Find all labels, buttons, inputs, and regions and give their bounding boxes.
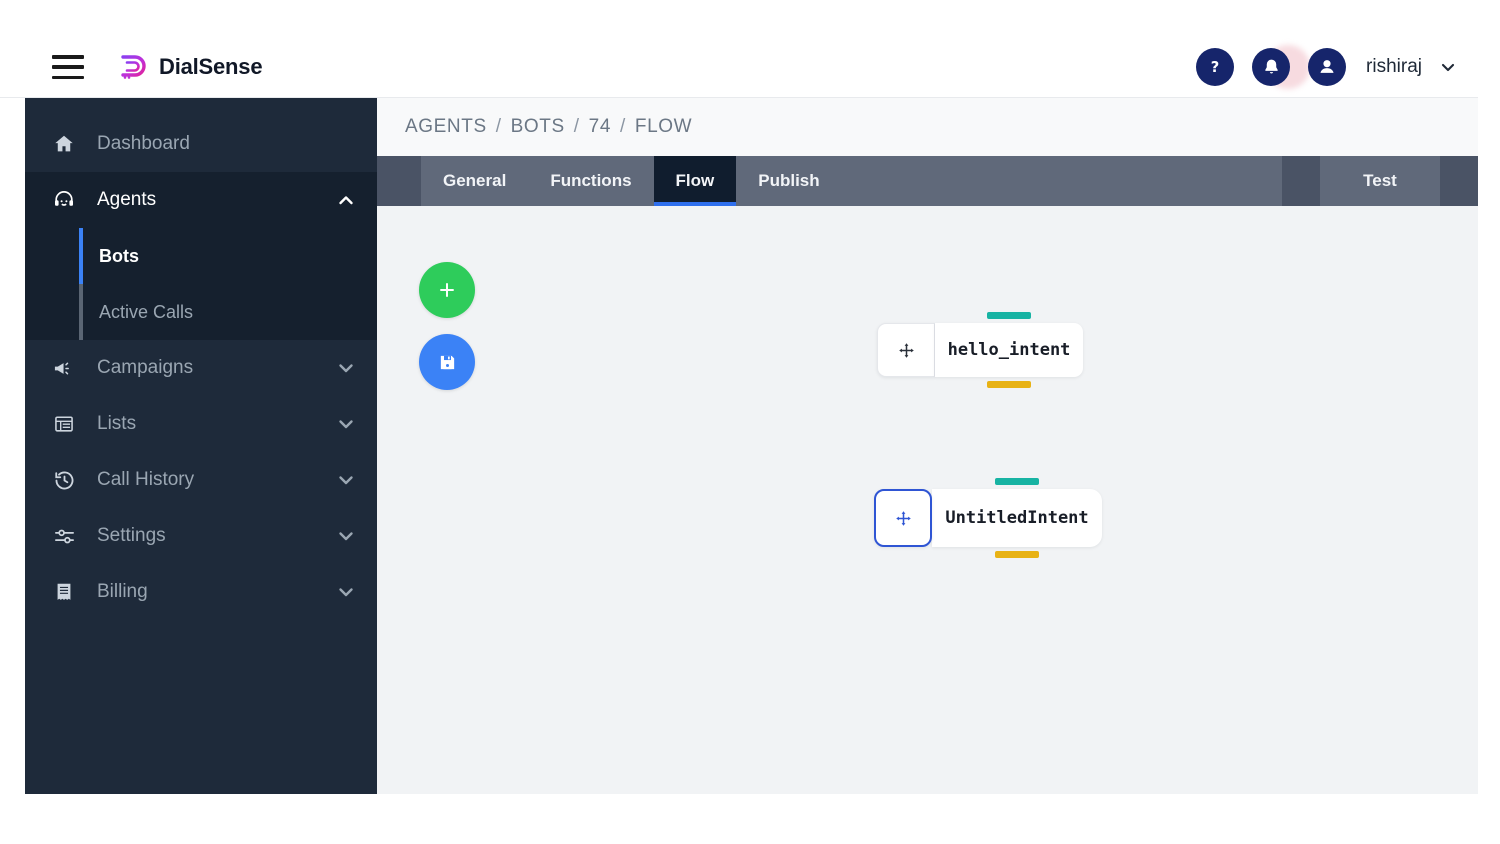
- sidebar-label: Agents: [97, 189, 157, 210]
- sidebar-item-agents[interactable]: Agents: [25, 172, 377, 228]
- node-title: hello_intent: [947, 340, 1071, 360]
- question-mark-icon: ?: [1211, 59, 1220, 76]
- table-list-icon: [51, 411, 77, 437]
- node-input-port[interactable]: [995, 478, 1039, 485]
- sidebar-item-bots[interactable]: Bots: [25, 228, 377, 284]
- plus-icon: [440, 283, 454, 297]
- sidebar-sublabel: Active Calls: [99, 301, 194, 322]
- notifications-button[interactable]: [1252, 48, 1291, 86]
- sidebar-label: Settings: [97, 525, 166, 546]
- sidebar-item-billing[interactable]: Billing: [25, 564, 377, 620]
- breadcrumb-separator: /: [620, 116, 626, 137]
- sidebar-label: Lists: [97, 413, 137, 434]
- user-avatar-icon: [1320, 60, 1334, 73]
- indicator-bar: [79, 284, 83, 340]
- add-node-button[interactable]: [419, 262, 475, 318]
- hamburger-icon[interactable]: [52, 55, 84, 79]
- svg-text:?: ?: [1211, 59, 1220, 76]
- tab-bar-pad-a: [1282, 156, 1320, 206]
- chevron-down-icon: [339, 476, 353, 485]
- breadcrumb-separator: /: [573, 116, 580, 137]
- flow-node[interactable]: hello_intent: [877, 312, 1083, 388]
- sidebar-label: Billing: [97, 581, 148, 602]
- sidebar-submenu-agents: Bots Active Calls: [25, 228, 377, 340]
- chevron-down-icon: [339, 364, 353, 373]
- top-header: DialSense ? rishiraj: [0, 0, 1478, 98]
- hamburger-line: [52, 65, 84, 69]
- hamburger-line: [52, 75, 84, 79]
- notifications-wrap: [1252, 45, 1311, 89]
- dialsense-logo-icon: [121, 55, 146, 79]
- test-button[interactable]: Test: [1363, 171, 1397, 191]
- node-output-port[interactable]: [987, 381, 1031, 388]
- main-content: AGENTS / BOTS / 74 / FLOW General Functi…: [377, 98, 1478, 794]
- flow-canvas[interactable]: hello_intent UntitledIntent: [377, 206, 1478, 794]
- history-clock-icon: [51, 467, 77, 493]
- sidebar-sublabel: Bots: [99, 245, 139, 266]
- tab-bar-spacer: [841, 156, 1282, 206]
- hamburger-line: [52, 55, 84, 59]
- node-output-port[interactable]: [995, 551, 1039, 558]
- active-indicator-bar: [79, 228, 83, 284]
- sidebar-item-active-calls[interactable]: Active Calls: [25, 284, 377, 340]
- save-disk-icon: [440, 355, 454, 369]
- sidebar-item-campaigns[interactable]: Campaigns: [25, 340, 377, 396]
- move-arrows-icon: [898, 342, 914, 358]
- breadcrumb-separator: /: [495, 116, 502, 137]
- receipt-icon: [51, 579, 77, 605]
- tab-flow[interactable]: Flow: [653, 156, 737, 206]
- breadcrumb: AGENTS / BOTS / 74 / FLOW: [377, 98, 1478, 156]
- move-arrows-icon: [895, 510, 911, 526]
- sidebar-item-lists[interactable]: Lists: [25, 396, 377, 452]
- flow-node[interactable]: UntitledIntent: [874, 478, 1102, 558]
- node-body[interactable]: UntitledIntent: [932, 478, 1102, 558]
- node-drag-handle[interactable]: [877, 323, 935, 377]
- tab-general[interactable]: General: [421, 156, 528, 206]
- sidebar-item-call-history[interactable]: Call History: [25, 452, 377, 508]
- tab-bar-left-pad: [377, 156, 421, 206]
- chevron-down-icon: [339, 420, 353, 429]
- breadcrumb-item-bots[interactable]: BOTS: [511, 116, 565, 138]
- node-title: UntitledIntent: [945, 508, 1089, 528]
- help-button[interactable]: ?: [1196, 48, 1235, 86]
- brand[interactable]: DialSense: [116, 50, 263, 84]
- tab-bar: General Functions Flow Publish Test: [377, 156, 1478, 206]
- sliders-icon: [51, 523, 77, 549]
- node-input-port[interactable]: [987, 312, 1031, 319]
- chevron-down-icon: [339, 532, 353, 541]
- user-name-label: rishiraj: [1366, 56, 1422, 77]
- app-root: DialSense ? rishiraj Dashboard Agents Bo…: [0, 0, 1500, 844]
- tab-publish[interactable]: Publish: [736, 156, 841, 206]
- save-flow-button[interactable]: [419, 334, 475, 390]
- chevron-down-icon[interactable]: [1440, 59, 1456, 75]
- headset-agent-icon: [51, 187, 77, 213]
- node-drag-handle[interactable]: [874, 489, 932, 547]
- sidebar-label: Dashboard: [97, 133, 190, 154]
- breadcrumb-item-flow: FLOW: [634, 116, 693, 137]
- test-button-wrap: Test: [1320, 156, 1440, 206]
- brand-name: DialSense: [159, 54, 263, 79]
- breadcrumb-item-id[interactable]: 74: [589, 116, 611, 138]
- header-actions: ? rishiraj: [1196, 45, 1456, 89]
- sidebar-item-dashboard[interactable]: Dashboard: [25, 116, 377, 172]
- chevron-down-icon: [339, 588, 353, 597]
- sidebar-label: Campaigns: [97, 357, 194, 378]
- breadcrumb-item-agents[interactable]: AGENTS: [405, 116, 487, 138]
- sidebar: Dashboard Agents Bots Active Calls Campa…: [25, 98, 377, 794]
- tab-bar-pad-b: [1440, 156, 1478, 206]
- tab-functions[interactable]: Functions: [528, 156, 653, 206]
- user-avatar[interactable]: [1308, 48, 1347, 86]
- sidebar-label: Call History: [97, 469, 195, 490]
- chevron-up-icon: [339, 196, 353, 205]
- megaphone-icon: [51, 355, 77, 381]
- home-icon: [51, 131, 77, 157]
- bell-icon: [1264, 59, 1278, 73]
- node-body[interactable]: hello_intent: [935, 312, 1083, 388]
- sidebar-item-settings[interactable]: Settings: [25, 508, 377, 564]
